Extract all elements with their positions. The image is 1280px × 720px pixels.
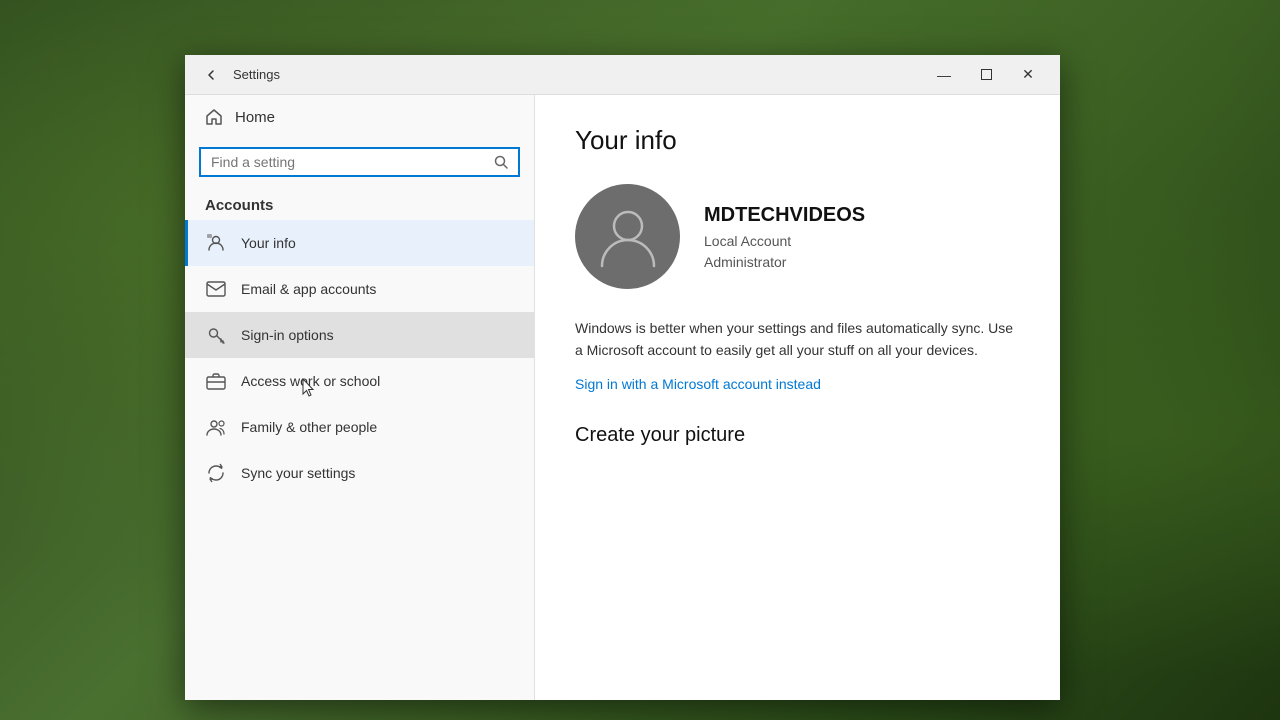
sidebar-item-email-app-accounts[interactable]: Email & app accounts: [185, 266, 534, 312]
window-body: Home Accounts: [185, 95, 1060, 700]
restore-button[interactable]: [966, 60, 1006, 90]
search-icon[interactable]: [494, 155, 508, 169]
key-icon: [205, 325, 227, 345]
window-controls: — ✕: [924, 60, 1048, 90]
sidebar-item-sync-label: Sync your settings: [241, 465, 355, 481]
people-icon: [205, 418, 227, 436]
home-label: Home: [235, 109, 275, 126]
sidebar: Home Accounts: [185, 95, 535, 700]
sidebar-item-family-label: Family & other people: [241, 419, 377, 435]
sidebar-item-email-label: Email & app accounts: [241, 281, 376, 297]
window-title: Settings: [233, 67, 924, 82]
profile-username: MDTECHVIDEOS: [704, 204, 865, 227]
person-icon: [205, 233, 227, 253]
search-container: [185, 139, 534, 189]
sidebar-item-your-info-label: Your info: [241, 235, 296, 251]
sidebar-item-access-work-school[interactable]: Access work or school: [185, 358, 534, 404]
search-box: [199, 147, 520, 177]
title-bar: Settings — ✕: [185, 55, 1060, 95]
search-input[interactable]: [211, 154, 494, 170]
close-button[interactable]: ✕: [1008, 60, 1048, 90]
sidebar-item-home[interactable]: Home: [185, 95, 534, 139]
avatar-icon: [598, 204, 658, 269]
create-picture-title: Create your picture: [575, 424, 1020, 447]
microsoft-account-link[interactable]: Sign in with a Microsoft account instead: [575, 376, 821, 392]
content-panel: Your info MDTECHVIDEOS Local Account Adm…: [535, 95, 1060, 700]
email-icon: [205, 281, 227, 297]
profile-info: MDTECHVIDEOS Local Account Administrator: [704, 184, 865, 273]
profile-section: MDTECHVIDEOS Local Account Administrator: [575, 184, 1020, 289]
sync-message: Windows is better when your settings and…: [575, 317, 1020, 362]
back-button[interactable]: [197, 61, 225, 89]
page-title: Your info: [575, 125, 1020, 156]
accounts-section-header: Accounts: [185, 189, 534, 220]
home-icon: [205, 108, 223, 126]
sidebar-item-work-school-label: Access work or school: [241, 373, 380, 389]
sidebar-item-your-info[interactable]: Your info: [185, 220, 534, 266]
profile-account-type-line1: Local Account: [704, 231, 865, 252]
settings-window: Settings — ✕ Home: [185, 55, 1060, 700]
sidebar-item-sign-in-label: Sign-in options: [241, 327, 334, 343]
briefcase-icon: [205, 372, 227, 390]
sidebar-item-family-other-people[interactable]: Family & other people: [185, 404, 534, 450]
avatar: [575, 184, 680, 289]
sidebar-item-sync-settings[interactable]: Sync your settings: [185, 450, 534, 496]
sidebar-item-sign-in-options[interactable]: Sign-in options: [185, 312, 534, 358]
minimize-button[interactable]: —: [924, 60, 964, 90]
sync-icon: [205, 463, 227, 483]
profile-account-type-line2: Administrator: [704, 252, 865, 273]
